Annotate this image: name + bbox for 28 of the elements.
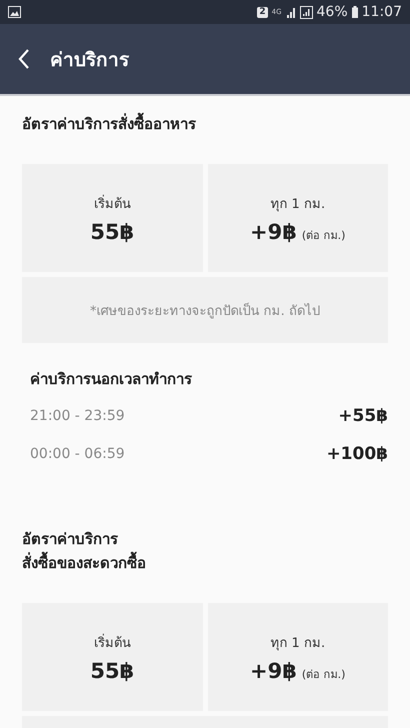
time-range: 00:00 - 06:59 <box>30 446 125 462</box>
surcharge-price: +100฿ <box>326 444 388 464</box>
rate-price: 55฿ <box>90 220 134 244</box>
clock: 11:07 <box>362 4 402 20</box>
section-title: อัตราค่าบริการสั่งซื้ออาหาร <box>22 110 388 136</box>
battery-percent: 46% <box>316 4 348 20</box>
signal-icon <box>300 6 313 18</box>
rate-price: 55฿ <box>90 658 134 682</box>
sim-slot-badge: 2 <box>257 6 268 18</box>
rate-label: เริ่มต้น <box>94 194 131 214</box>
rate-label: เริ่มต้น <box>94 632 131 652</box>
section-title: อัตราค่าบริการ สั่งซื้อของสะดวกซื้อ <box>22 529 147 574</box>
chevron-left-icon <box>18 49 30 69</box>
image-icon <box>8 6 21 18</box>
time-range: 21:00 - 23:59 <box>30 408 125 424</box>
surcharge-price: +55฿ <box>338 406 388 426</box>
rate-unit: (ต่อ กม.) <box>302 228 346 244</box>
rate-price: +9฿ <box>250 658 297 682</box>
page-title: ค่าบริการ <box>50 48 129 73</box>
back-button[interactable] <box>18 49 30 69</box>
rate-unit: (ต่อ กม.) <box>302 666 346 682</box>
rate-price: +9฿ <box>250 220 297 244</box>
note-text: *เศษของระยะทางจะถูกปัดเป็น กม. ถัดไป <box>90 302 320 320</box>
signal-icon <box>286 6 296 18</box>
rate-label: ทุก 1 กม. <box>270 196 326 214</box>
rate-label: ทุก 1 กม. <box>270 634 326 652</box>
battery-icon <box>352 6 358 18</box>
subsection-title: ค่าบริการนอกเวลาทำการ <box>30 369 193 390</box>
